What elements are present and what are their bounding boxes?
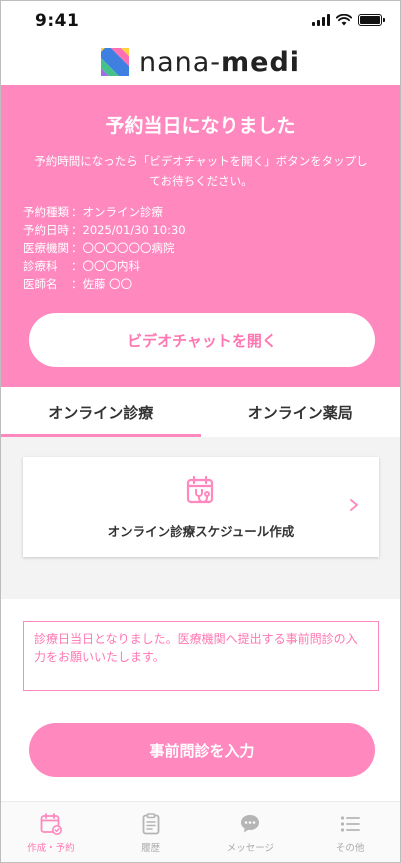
tab-online-consultation[interactable]: オンライン診療 xyxy=(1,387,201,437)
chevron-right-icon xyxy=(350,499,358,511)
appointment-day-banner: 予約当日になりました 予約時間になったら「ビデオチャットを開く」ボタンをタップし… xyxy=(1,85,400,387)
banner-title: 予約当日になりました xyxy=(105,115,296,137)
list-icon xyxy=(341,816,361,832)
nav-item-messages[interactable]: メッセージ xyxy=(201,802,301,862)
wifi-icon xyxy=(336,14,352,26)
banner-message: 予約時間になったら「ビデオチャットを開く」ボタンをタップしてお待ちください。 xyxy=(34,154,368,188)
status-icons xyxy=(312,14,385,26)
content-area: オンライン診療スケジュール作成 xyxy=(1,437,400,599)
app-screen: 9:41 nana-medi 予約当日になりました 予約時間になったら「ビデオチ… xyxy=(0,0,401,863)
chat-bubble-icon xyxy=(241,815,260,833)
battery-icon xyxy=(358,14,385,26)
status-time: 9:41 xyxy=(35,11,80,31)
status-bar: 9:41 xyxy=(1,1,400,39)
cellular-signal-icon xyxy=(312,14,330,26)
nav-item-other[interactable]: その他 xyxy=(300,802,400,862)
clipboard-icon xyxy=(142,813,160,835)
nav-label-messages: メッセージ xyxy=(226,843,275,854)
app-header: nana-medi xyxy=(1,39,400,85)
nav-item-create-reserve[interactable]: 作成・予約 xyxy=(1,802,101,862)
info-row-department: 診療科 ：〇〇〇内科 xyxy=(23,259,140,273)
nav-label-other: その他 xyxy=(335,843,365,854)
nav-label-create-reserve: 作成・予約 xyxy=(27,843,75,854)
schedule-create-card[interactable]: オンライン診療スケジュール作成 xyxy=(23,457,379,557)
nav-label-history: 履歴 xyxy=(141,843,161,854)
bottom-navigation: 作成・予約 履歴 メッセージ その他 xyxy=(1,801,400,862)
service-tabs: オンライン診療 オンライン薬局 xyxy=(1,387,400,437)
schedule-card-label: オンライン診療スケジュール作成 xyxy=(107,524,295,539)
nav-item-history[interactable]: 履歴 xyxy=(101,802,201,862)
open-video-chat-button[interactable]: ビデオチャットを開く xyxy=(29,313,375,367)
info-row-institution: 医療機関 ：〇〇〇〇〇〇病院 xyxy=(23,241,175,255)
calendar-stethoscope-icon xyxy=(186,475,214,504)
nana-medi-logo-icon xyxy=(100,48,129,76)
pre-exam-notice: 診療日当日となりました。医療機関へ提出する事前問診の入力をお願いいたします。 xyxy=(23,621,379,691)
tab-online-pharmacy[interactable]: オンライン薬局 xyxy=(201,387,401,437)
info-row-datetime: 予約日時 ：2025/01/30 10:30 xyxy=(23,223,186,237)
calendar-check-icon xyxy=(40,813,62,835)
app-logo-text: nana-medi xyxy=(138,46,301,78)
info-row-doctor: 医師名 ：佐藤 〇〇 xyxy=(23,277,133,291)
enter-pre-exam-button[interactable]: 事前問診を入力 xyxy=(29,723,375,777)
info-row-type: 予約種類 ：オンライン診療 xyxy=(23,205,163,219)
appointment-info-list: 予約種類 ：オンライン診療 予約日時 ：2025/01/30 10:30 医療機関：… xyxy=(23,203,186,293)
